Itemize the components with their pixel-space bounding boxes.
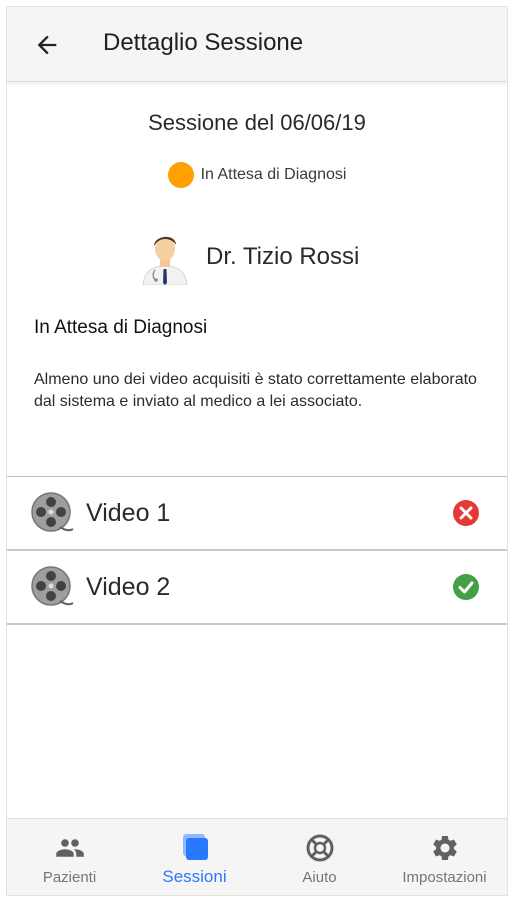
video-item-1[interactable]: Video 1 [7,477,507,551]
session-status: In Attesa di Diagnosi [7,162,507,188]
check-circle-icon [453,574,479,600]
doctor-avatar-icon [142,236,188,285]
video-label: Video 2 [86,573,171,601]
nav-item-sessioni[interactable]: Sessioni [132,819,257,895]
session-date: Sessione del 06/06/19 [148,110,366,135]
video-label: Video 1 [86,499,171,527]
nav-label: Aiuto [302,869,337,886]
page-title: Dettaglio Sessione [103,29,304,56]
film-reel-icon [31,566,74,606]
doctor-name: Dr. Tizio Rossi [206,243,360,270]
video-item-2[interactable]: Video 2 [7,551,507,625]
nav-label: Sessioni [162,867,227,886]
state-description: Almeno uno dei video acquisiti è stato c… [34,371,477,410]
nav-label: Pazienti [42,869,97,886]
people-icon [55,839,84,857]
state-title: In Attesa di Diagnosi [34,317,208,338]
app-screen: Dettaglio Sessione Sessione del 06/06/19… [6,6,508,896]
sessions-icon [182,834,208,860]
status-dot-icon [167,162,194,188]
video-list: Video 1 Video 2 [7,476,507,625]
bottom-navigation: Pazienti Sessioni Aiuto Impostazioni [7,818,507,895]
film-reel-icon [31,492,74,532]
status-label: In Attesa di Diagnosi [200,166,347,183]
nav-label: Impostazioni [402,869,487,886]
arrow-left-icon[interactable] [33,31,61,59]
nav-item-pazienti[interactable]: Pazienti [7,819,132,895]
nav-item-aiuto[interactable]: Aiuto [257,819,382,895]
doctor-info: Dr. Tizio Rossi [137,229,359,285]
error-circle-icon [453,500,479,526]
app-bar: Dettaglio Sessione [7,7,507,82]
nav-item-impostazioni[interactable]: Impostazioni [382,819,507,895]
help-lifebuoy-icon [306,834,333,862]
gear-icon [432,836,457,860]
